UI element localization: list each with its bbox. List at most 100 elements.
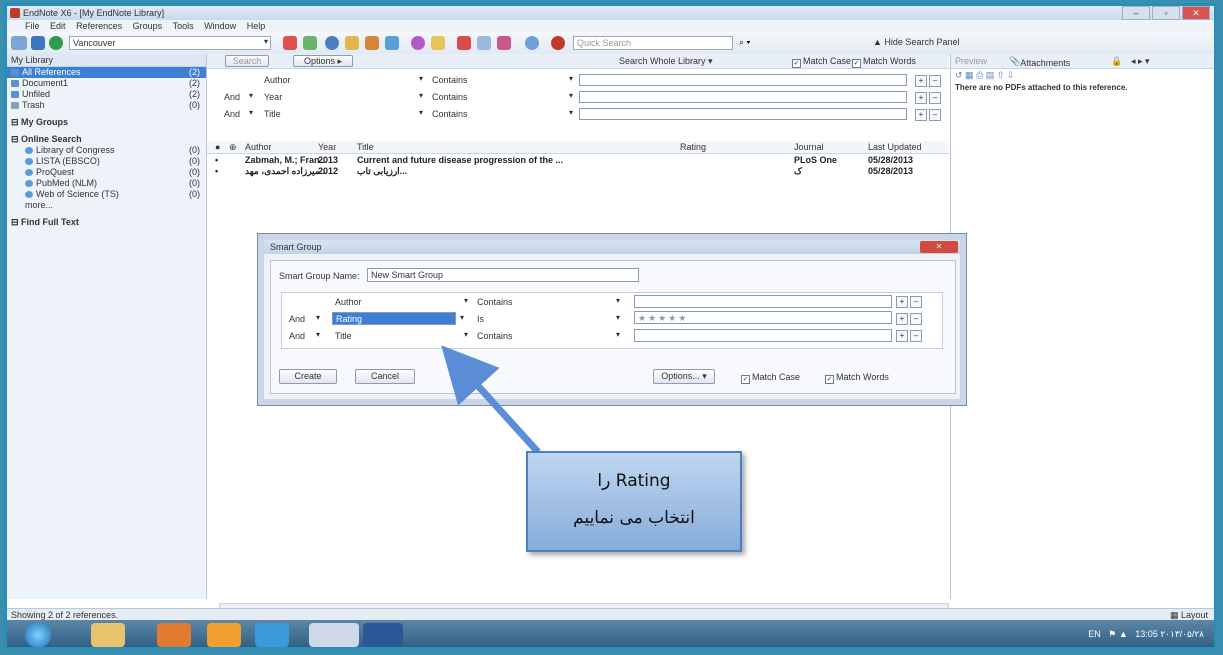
criteria-bool-select[interactable]: And ▾ bbox=[286, 330, 322, 342]
firefox-taskbar-icon[interactable] bbox=[157, 623, 191, 647]
remove-criteria-button[interactable]: – bbox=[910, 330, 922, 342]
language-indicator[interactable]: EN bbox=[1088, 629, 1101, 639]
criteria-field-select[interactable]: Author ▾ bbox=[332, 296, 470, 308]
menu-file[interactable]: File bbox=[25, 20, 40, 32]
options-button[interactable]: Options ▸ bbox=[293, 55, 353, 67]
sidebar-item-document1[interactable]: Document1 (2) bbox=[7, 78, 206, 89]
search-field-select[interactable]: Author ▾ bbox=[261, 74, 425, 86]
open-link-icon[interactable] bbox=[411, 36, 425, 50]
import-icon[interactable] bbox=[345, 36, 359, 50]
new-reference-icon[interactable] bbox=[283, 36, 297, 50]
nav-arrows-icon[interactable]: ◂ ▸ ▾ bbox=[1131, 56, 1150, 67]
maximize-button[interactable]: ▫ bbox=[1152, 6, 1180, 20]
format-bibliography-icon[interactable] bbox=[477, 36, 491, 50]
insert-citation-icon[interactable] bbox=[457, 36, 471, 50]
sidebar-item-library-of-congress[interactable]: Library of Congress (0) bbox=[7, 145, 206, 156]
sidebar-item-lista[interactable]: LISTA (EBSCO) (0) bbox=[7, 156, 206, 167]
add-row-button[interactable]: + bbox=[915, 109, 927, 121]
search-operator-select[interactable]: Contains ▾ bbox=[429, 108, 575, 120]
menu-tools[interactable]: Tools bbox=[173, 20, 194, 32]
sync-icon[interactable] bbox=[525, 36, 539, 50]
export-icon[interactable] bbox=[365, 36, 379, 50]
menu-groups[interactable]: Groups bbox=[133, 20, 163, 32]
start-button-icon[interactable] bbox=[25, 622, 51, 647]
integrated-mode-icon[interactable] bbox=[49, 36, 63, 50]
chevron-down-icon[interactable]: ▾ bbox=[460, 313, 464, 322]
close-button[interactable]: ✕ bbox=[1182, 6, 1210, 20]
lock-icon[interactable]: 🔒 bbox=[1111, 56, 1122, 67]
remove-row-button[interactable]: – bbox=[929, 75, 941, 87]
minimize-button[interactable]: – bbox=[1122, 6, 1150, 20]
criteria-value-input[interactable] bbox=[634, 329, 892, 342]
column-author[interactable]: Author bbox=[245, 142, 272, 152]
dialog-close-button[interactable]: ✕ bbox=[920, 241, 958, 253]
sidebar-item-unfiled[interactable]: Unfiled (2) bbox=[7, 89, 206, 100]
column-last-updated[interactable]: Last Updated bbox=[868, 142, 922, 152]
media-player-taskbar-icon[interactable] bbox=[207, 623, 241, 647]
search-term-input[interactable] bbox=[579, 91, 907, 103]
search-operator-select[interactable]: Contains ▾ bbox=[429, 91, 575, 103]
my-groups-header[interactable]: ⊟ My Groups bbox=[7, 117, 206, 128]
search-term-input[interactable] bbox=[579, 108, 907, 120]
attachment-column-icon[interactable]: ⊕ bbox=[229, 142, 237, 153]
read-status-column-icon[interactable]: ● bbox=[215, 142, 220, 152]
match-case-checkbox[interactable]: ✓ Match Case bbox=[792, 56, 851, 68]
endnote-taskbar-icon[interactable] bbox=[309, 623, 359, 647]
find-full-text-header[interactable]: ⊟ Find Full Text bbox=[7, 217, 206, 228]
add-row-button[interactable]: + bbox=[915, 75, 927, 87]
criteria-field-select[interactable]: Title ▾ bbox=[332, 330, 470, 342]
cancel-button[interactable]: Cancel bbox=[355, 369, 415, 384]
column-journal[interactable]: Journal bbox=[794, 142, 824, 152]
online-search-icon[interactable] bbox=[303, 36, 317, 50]
add-criteria-button[interactable]: + bbox=[896, 313, 908, 325]
my-library-header[interactable]: My Library bbox=[7, 54, 206, 67]
open-file-icon[interactable] bbox=[431, 36, 445, 50]
find-full-text-icon[interactable] bbox=[385, 36, 399, 50]
add-criteria-button[interactable]: + bbox=[896, 296, 908, 308]
match-words-checkbox[interactable]: ✓ Match Words bbox=[852, 56, 916, 68]
sidebar-item-pubmed[interactable]: PubMed (NLM) (0) bbox=[7, 178, 206, 189]
online-mode-icon[interactable] bbox=[31, 36, 45, 50]
add-row-button[interactable]: + bbox=[915, 92, 927, 104]
attachment-tool-icons[interactable]: ↺ ▦ ⎙ ▤ ⇧ ⇩ bbox=[955, 70, 1014, 81]
help-icon[interactable] bbox=[551, 36, 565, 50]
output-style-select[interactable]: Vancouver ▾ bbox=[69, 36, 271, 50]
quick-search-input[interactable]: Quick Search bbox=[573, 36, 733, 50]
search-term-input[interactable] bbox=[579, 74, 907, 86]
word-taskbar-icon[interactable] bbox=[363, 623, 403, 647]
remove-row-button[interactable]: – bbox=[929, 109, 941, 121]
options-dropdown-button[interactable]: Options... ▾ bbox=[653, 369, 715, 384]
table-row[interactable]: • Zabmah, M.; Fran... 2013 Current and f… bbox=[207, 154, 949, 165]
sidebar-item-all-references[interactable]: All References (2) bbox=[7, 67, 206, 78]
menu-edit[interactable]: Edit bbox=[50, 20, 66, 32]
create-button[interactable]: Create bbox=[279, 369, 337, 384]
cite-while-you-write-icon[interactable] bbox=[497, 36, 511, 50]
dialog-match-words-checkbox[interactable]: ✓ Match Words bbox=[825, 372, 889, 384]
criteria-operator-select[interactable]: Contains ▾ bbox=[474, 296, 622, 308]
explorer-taskbar-icon[interactable] bbox=[91, 623, 125, 647]
clock-time[interactable]: 13:05 bbox=[1135, 629, 1158, 639]
search-scope-select[interactable]: Search Whole Library ▾ bbox=[619, 56, 713, 67]
search-field-select[interactable]: Year ▾ bbox=[261, 91, 425, 103]
add-criteria-button[interactable]: + bbox=[896, 330, 908, 342]
remove-row-button[interactable]: – bbox=[929, 92, 941, 104]
local-library-mode-icon[interactable] bbox=[11, 36, 27, 50]
rating-stars-input[interactable]: ★★★★★ bbox=[634, 311, 892, 324]
criteria-operator-select[interactable]: Contains ▾ bbox=[474, 330, 622, 342]
criteria-operator-select[interactable]: Is ▾ bbox=[474, 313, 622, 325]
menu-help[interactable]: Help bbox=[247, 20, 266, 32]
search-operator-select[interactable]: Contains ▾ bbox=[429, 74, 575, 86]
internet-explorer-taskbar-icon[interactable] bbox=[255, 623, 289, 647]
dialog-match-case-checkbox[interactable]: ✓ Match Case bbox=[741, 372, 800, 384]
criteria-bool-select[interactable]: And ▾ bbox=[286, 313, 322, 325]
search-button[interactable]: Search bbox=[225, 55, 269, 67]
criteria-field-select-rating[interactable]: Rating bbox=[332, 312, 456, 325]
sidebar-item-trash[interactable]: Trash (0) bbox=[7, 100, 206, 111]
search-field-select[interactable]: Title ▾ bbox=[261, 108, 425, 120]
tab-preview[interactable]: Preview bbox=[955, 56, 987, 66]
column-year[interactable]: Year bbox=[318, 142, 336, 152]
search-bool-select[interactable]: And ▾ bbox=[221, 108, 255, 120]
online-search-header[interactable]: ⊟ Online Search bbox=[7, 134, 206, 145]
tab-attachments[interactable]: 📎 Attachments bbox=[1009, 56, 1070, 68]
column-title[interactable]: Title bbox=[357, 142, 374, 152]
